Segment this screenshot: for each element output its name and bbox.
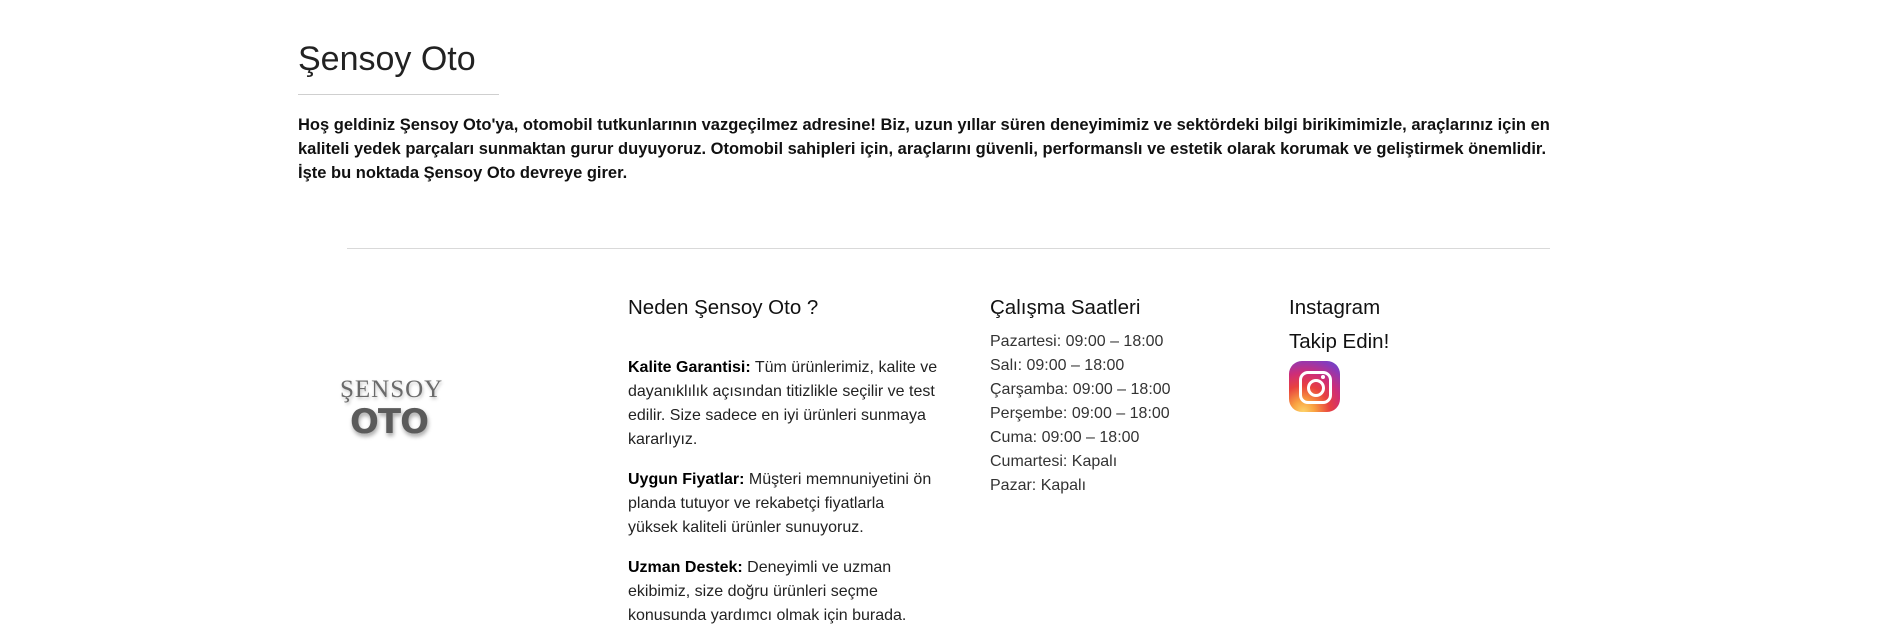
why-item-label: Uzman Destek: bbox=[628, 559, 743, 576]
intro-text: Hoş geldiniz Şensoy Oto'ya, otomobil tut… bbox=[298, 116, 1550, 182]
hours-item: Cuma: 09:00 – 18:00 bbox=[990, 429, 1140, 446]
why-item: Kalite Garantisi: Tüm ürünlerimiz, kalit… bbox=[628, 356, 938, 452]
hours-item: Cumartesi: Kapalı bbox=[990, 453, 1118, 470]
hours-item: Salı: 09:00 – 18:00 bbox=[990, 357, 1125, 374]
hours-list: Pazartesi: 09:00 – 18:00 Salı: 09:00 – 1… bbox=[990, 330, 1171, 498]
hours-item: Çarşamba: 09:00 – 18:00 bbox=[990, 381, 1171, 398]
page-title: Şensoy Oto bbox=[298, 40, 476, 78]
footer-divider bbox=[347, 248, 1550, 249]
instagram-icon-lens bbox=[1306, 378, 1325, 397]
instagram-icon-dot bbox=[1321, 375, 1325, 379]
site-logo[interactable]: ŞENSOY OTO bbox=[336, 376, 448, 446]
page: Şensoy Oto Hoş geldiniz Şensoy Oto'ya, o… bbox=[0, 0, 1889, 634]
why-list: Kalite Garantisi: Tüm ürünlerimiz, kalit… bbox=[628, 356, 938, 644]
why-item-label: Uygun Fiyatlar: bbox=[628, 471, 745, 488]
why-item: Uygun Fiyatlar: Müşteri memnuniyetini ön… bbox=[628, 468, 938, 540]
hours-item: Pazar: Kapalı bbox=[990, 477, 1087, 494]
instagram-icon[interactable] bbox=[1289, 361, 1340, 412]
why-item-label: Kalite Garantisi: bbox=[628, 359, 751, 376]
why-item: Uzman Destek: Deneyimli ve uzman ekibimi… bbox=[628, 556, 938, 628]
hours-title: Çalışma Saatleri bbox=[990, 296, 1141, 319]
hours-item: Pazartesi: 09:00 – 18:00 bbox=[990, 333, 1164, 350]
logo-text-bottom: OTO bbox=[350, 402, 429, 442]
title-divider bbox=[298, 94, 499, 95]
instagram-follow-text: Takip Edin! bbox=[1289, 330, 1390, 353]
why-title: Neden Şensoy Oto ? bbox=[628, 296, 819, 319]
instagram-title: Instagram bbox=[1289, 296, 1381, 319]
logo-text-top: ŞENSOY bbox=[340, 376, 444, 403]
hours-item: Perşembe: 09:00 – 18:00 bbox=[990, 405, 1170, 422]
